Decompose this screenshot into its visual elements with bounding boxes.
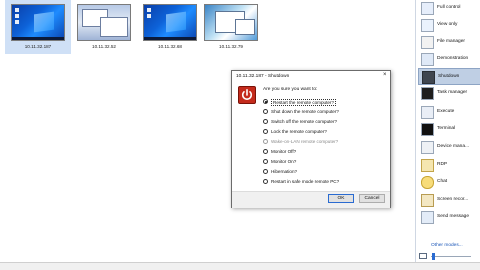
ok-button[interactable]: OK bbox=[328, 194, 354, 203]
monitor-icon bbox=[419, 253, 427, 259]
status-bar bbox=[0, 262, 480, 270]
computer-thumbnail[interactable]: 10.11.32.68 bbox=[137, 0, 203, 54]
view-only-icon bbox=[421, 19, 434, 32]
mode-full-control[interactable]: Full control bbox=[418, 0, 480, 17]
mode-screen-recorder[interactable]: Screen recor... bbox=[418, 192, 480, 209]
file-manager-icon bbox=[421, 36, 434, 49]
radio-button[interactable] bbox=[263, 119, 268, 124]
screen-preview bbox=[11, 4, 65, 41]
mode-task-manager[interactable]: Task manager bbox=[418, 85, 480, 102]
radio-button[interactable] bbox=[263, 169, 268, 174]
cancel-button[interactable]: Cancel bbox=[359, 194, 385, 203]
screen-preview bbox=[143, 4, 197, 41]
device-manager-icon bbox=[421, 141, 434, 154]
dialog-title: 10.11.32.187 - Shutdown bbox=[236, 74, 290, 79]
shutdown-dialog: 10.11.32.187 - Shutdown × Are you sure y… bbox=[231, 70, 391, 208]
full-control-icon bbox=[421, 2, 434, 15]
computer-thumbnail[interactable]: 10.11.32.79 bbox=[198, 0, 264, 54]
mode-terminal[interactable]: Terminal bbox=[418, 121, 480, 138]
computer-thumbnail[interactable]: 10.11.32.52 bbox=[71, 0, 137, 54]
computer-address: 10.11.32.187 bbox=[24, 44, 52, 49]
modes-panel: Full control View only File manager Demo… bbox=[415, 0, 480, 262]
mode-device-manager[interactable]: Device mana... bbox=[418, 139, 480, 156]
close-icon[interactable]: × bbox=[383, 72, 387, 78]
radio-button[interactable] bbox=[263, 179, 268, 184]
mode-rdp[interactable]: RDP bbox=[418, 157, 480, 174]
mode-shutdown[interactable]: Shutdown bbox=[418, 68, 480, 85]
radio-button[interactable] bbox=[263, 129, 268, 134]
shutdown-icon bbox=[422, 71, 435, 84]
task-manager-icon bbox=[421, 87, 434, 100]
other-modes-link[interactable]: Other modes... bbox=[431, 243, 463, 248]
mode-execute[interactable]: Execute bbox=[418, 104, 480, 121]
screen-preview bbox=[204, 4, 258, 41]
dialog-prompt: Are you sure you want to: bbox=[263, 87, 318, 92]
computer-address: 10.11.32.79 bbox=[219, 44, 243, 49]
thumbnail-size-slider[interactable] bbox=[419, 252, 477, 260]
chat-icon bbox=[421, 176, 434, 189]
radio-button[interactable] bbox=[263, 159, 268, 164]
mode-file-manager[interactable]: File manager bbox=[418, 34, 480, 51]
mode-demonstration[interactable]: Demonstration bbox=[418, 51, 480, 68]
mode-view-only[interactable]: View only bbox=[418, 17, 480, 34]
computer-address: 10.11.32.68 bbox=[158, 44, 182, 49]
demonstration-icon bbox=[421, 53, 434, 66]
screen-recorder-icon bbox=[421, 194, 434, 207]
rdp-icon bbox=[421, 159, 434, 172]
radio-button[interactable] bbox=[263, 99, 268, 104]
send-message-icon bbox=[421, 211, 434, 224]
computer-address: 10.11.32.52 bbox=[92, 44, 116, 49]
radio-button bbox=[263, 139, 268, 144]
radio-button[interactable] bbox=[263, 149, 268, 154]
power-icon bbox=[238, 86, 256, 104]
slider-track bbox=[431, 256, 471, 257]
radio-button[interactable] bbox=[263, 109, 268, 114]
computer-thumbnail[interactable]: 10.11.32.187 bbox=[5, 0, 71, 54]
mode-chat[interactable]: Chat bbox=[418, 174, 480, 191]
execute-icon bbox=[421, 106, 434, 119]
slider-handle[interactable] bbox=[432, 253, 435, 260]
mode-send-message[interactable]: Send message bbox=[418, 209, 480, 226]
terminal-icon bbox=[421, 123, 434, 136]
screen-preview bbox=[77, 4, 131, 41]
